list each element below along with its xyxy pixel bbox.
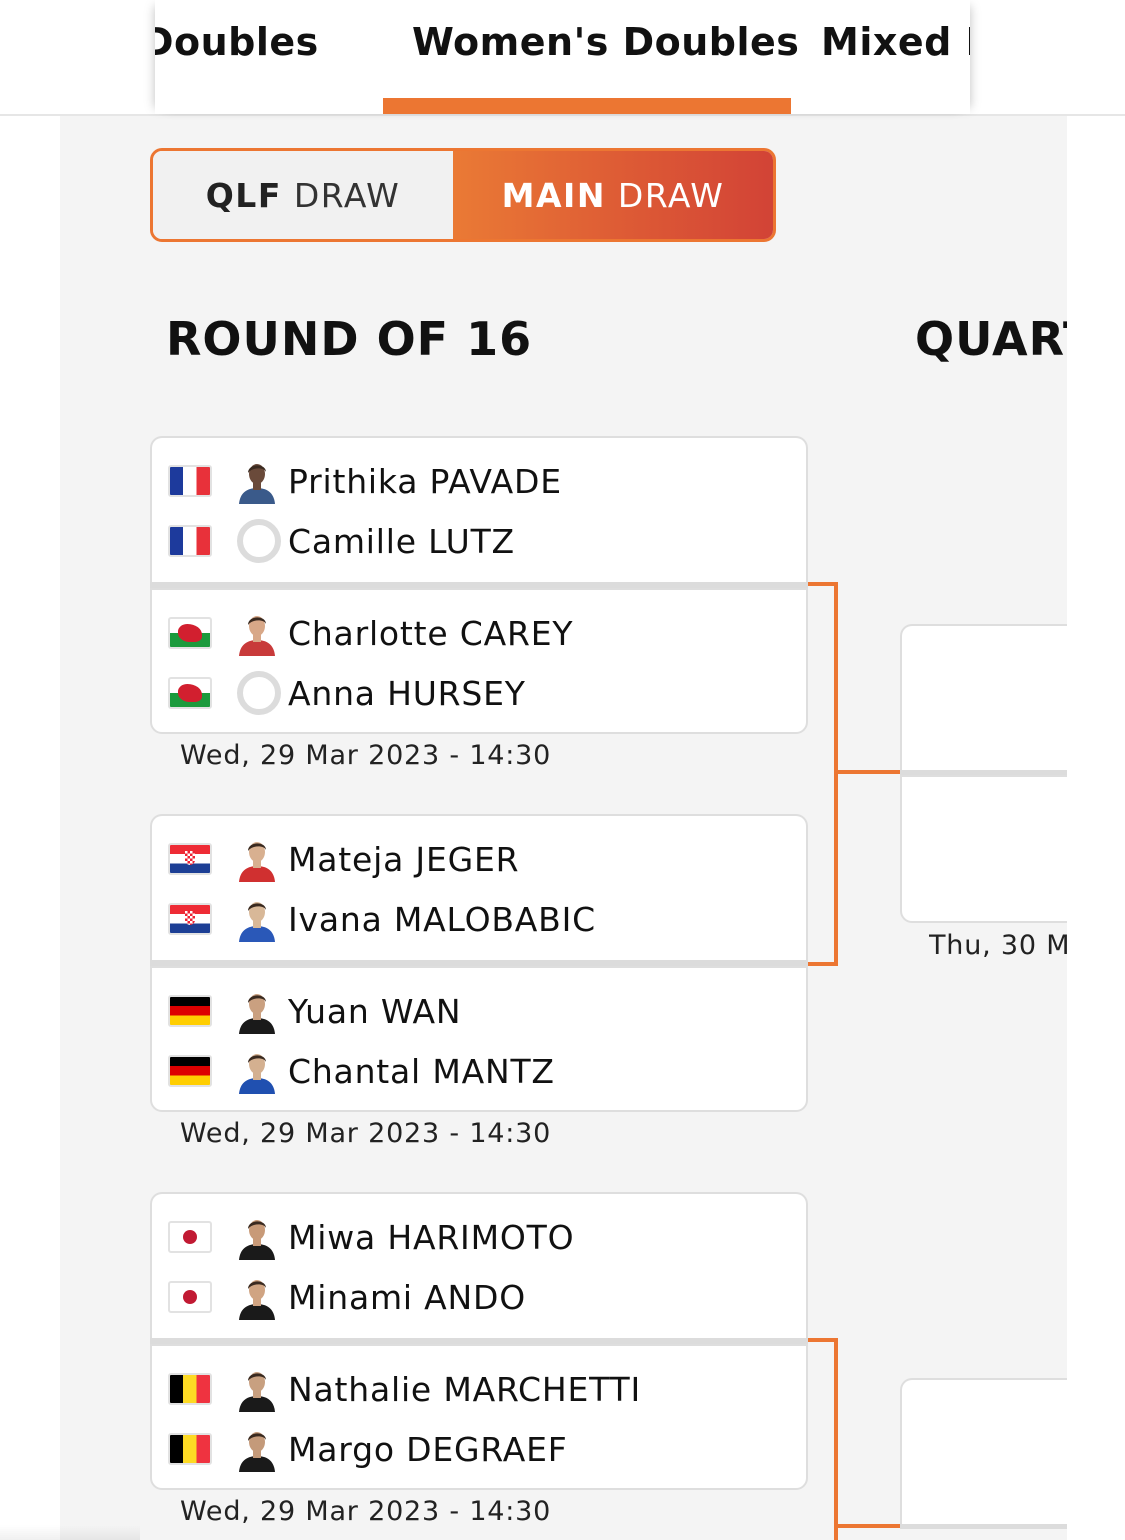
qlf-draw-prefix: QLF <box>205 175 282 215</box>
qf-team-slot[interactable] <box>900 624 1067 772</box>
team-row[interactable]: Charlotte CAREY Anna HURSEY <box>150 588 808 734</box>
main-draw-suffix: DRAW <box>605 175 725 215</box>
team-row[interactable]: Miwa HARIMOTO Minami ANDO <box>150 1192 808 1338</box>
qf-team-slot[interactable] <box>900 775 1067 923</box>
flag-de-icon <box>168 995 212 1027</box>
bracket-line <box>808 962 838 966</box>
player-avatar <box>236 1048 278 1094</box>
player-avatar <box>236 458 278 504</box>
avatar-placeholder-icon <box>236 518 281 564</box>
match-card[interactable]: Mateja JEGER Ivana MALOBABIC Yuan WAN Chant… <box>150 814 808 1112</box>
draw-toggle: QLF DRAW MAIN DRAW <box>150 148 776 242</box>
quarter-final-heading: QUART <box>915 312 1067 366</box>
bracket-line <box>834 582 838 966</box>
flag-be-icon <box>168 1433 212 1465</box>
player-name[interactable]: Miwa HARIMOTO <box>288 1218 574 1257</box>
player-row[interactable]: Nathalie MARCHETTI <box>168 1364 641 1414</box>
main-draw-button[interactable]: MAIN DRAW <box>453 151 773 239</box>
event-tab-bar: 's Doubles Women's Doubles Mixed D <box>0 0 1125 116</box>
player-name[interactable]: Yuan WAN <box>288 992 461 1031</box>
player-row[interactable]: Ivana MALOBABIC <box>168 894 596 944</box>
bracket-line <box>834 770 900 774</box>
player-name[interactable]: Ivana MALOBABIC <box>288 900 596 939</box>
bracket-line <box>834 1524 900 1528</box>
player-row[interactable]: Chantal MANTZ <box>168 1046 555 1096</box>
main-draw-prefix: MAIN <box>501 175 606 215</box>
player-avatar <box>236 1274 278 1320</box>
team-row[interactable]: Yuan WAN Chantal MANTZ <box>150 966 808 1112</box>
player-row[interactable]: Charlotte CAREY <box>168 608 573 658</box>
match-card[interactable]: Miwa HARIMOTO Minami ANDO Nathalie MARCHET… <box>150 1192 808 1490</box>
flag-be-icon <box>168 1373 212 1405</box>
player-name[interactable]: Anna HURSEY <box>288 674 526 713</box>
player-name[interactable]: Chantal MANTZ <box>288 1052 555 1091</box>
active-tab-indicator <box>383 98 791 114</box>
qlf-draw-suffix: DRAW <box>281 175 401 215</box>
player-row[interactable]: Miwa HARIMOTO <box>168 1212 574 1262</box>
flag-wales-icon <box>168 677 212 709</box>
player-name[interactable]: Minami ANDO <box>288 1278 526 1317</box>
match-date: Wed, 29 Mar 2023 - 14:30 <box>180 1496 552 1527</box>
player-name[interactable]: Mateja JEGER <box>288 840 519 879</box>
flag-wales-icon <box>168 617 212 649</box>
player-row[interactable]: Yuan WAN <box>168 986 461 1036</box>
player-name[interactable]: Margo DEGRAEF <box>288 1430 568 1469</box>
tab-mixed-doubles[interactable]: Mixed D <box>821 20 970 68</box>
flag-fr-icon <box>168 525 212 557</box>
player-row[interactable]: Margo DEGRAEF <box>168 1424 568 1474</box>
player-avatar <box>236 610 278 656</box>
player-avatar <box>236 988 278 1034</box>
player-name[interactable]: Prithika PAVADE <box>288 462 562 501</box>
match-date: Wed, 29 Mar 2023 - 14:30 <box>180 1118 552 1149</box>
scroll-shadow <box>0 1525 140 1540</box>
flag-jp-icon <box>168 1221 212 1253</box>
player-avatar <box>236 1214 278 1260</box>
qf-match-date: Thu, 30 M <box>929 930 1067 961</box>
flag-hr-icon <box>168 843 212 875</box>
player-name[interactable]: Camille LUTZ <box>288 522 515 561</box>
player-name[interactable]: Charlotte CAREY <box>288 614 573 653</box>
event-tab-strip[interactable]: 's Doubles Women's Doubles Mixed D <box>155 0 970 114</box>
tab-mens-doubles[interactable]: 's Doubles <box>155 20 319 68</box>
player-avatar <box>236 836 278 882</box>
player-row[interactable]: Mateja JEGER <box>168 834 519 884</box>
player-avatar <box>236 1366 278 1412</box>
qf-team-separator <box>900 1524 1067 1529</box>
player-row[interactable]: Camille LUTZ <box>168 516 515 566</box>
player-name[interactable]: Nathalie MARCHETTI <box>288 1370 641 1409</box>
team-row[interactable]: Nathalie MARCHETTI Margo DEGRAEF <box>150 1344 808 1490</box>
flag-hr-icon <box>168 903 212 935</box>
team-row[interactable]: Mateja JEGER Ivana MALOBABIC <box>150 814 808 960</box>
player-row[interactable]: Prithika PAVADE <box>168 456 562 506</box>
flag-de-icon <box>168 1055 212 1087</box>
round-of-16-heading: ROUND OF 16 <box>166 312 533 366</box>
qf-team-slot[interactable] <box>900 1378 1067 1526</box>
avatar-placeholder-icon <box>236 670 281 716</box>
qlf-draw-button[interactable]: QLF DRAW <box>153 151 453 239</box>
player-avatar <box>236 1426 278 1472</box>
player-row[interactable]: Anna HURSEY <box>168 668 526 718</box>
tab-womens-doubles[interactable]: Women's Doubles <box>412 20 799 68</box>
team-row[interactable]: Prithika PAVADE Camille LUTZ <box>150 436 808 582</box>
match-card[interactable]: Prithika PAVADE Camille LUTZ Charlotte CAR… <box>150 436 808 734</box>
match-date: Wed, 29 Mar 2023 - 14:30 <box>180 740 552 771</box>
player-avatar <box>236 896 278 942</box>
flag-jp-icon <box>168 1281 212 1313</box>
bracket-line <box>834 1338 838 1540</box>
flag-fr-icon <box>168 465 212 497</box>
player-row[interactable]: Minami ANDO <box>168 1272 526 1322</box>
